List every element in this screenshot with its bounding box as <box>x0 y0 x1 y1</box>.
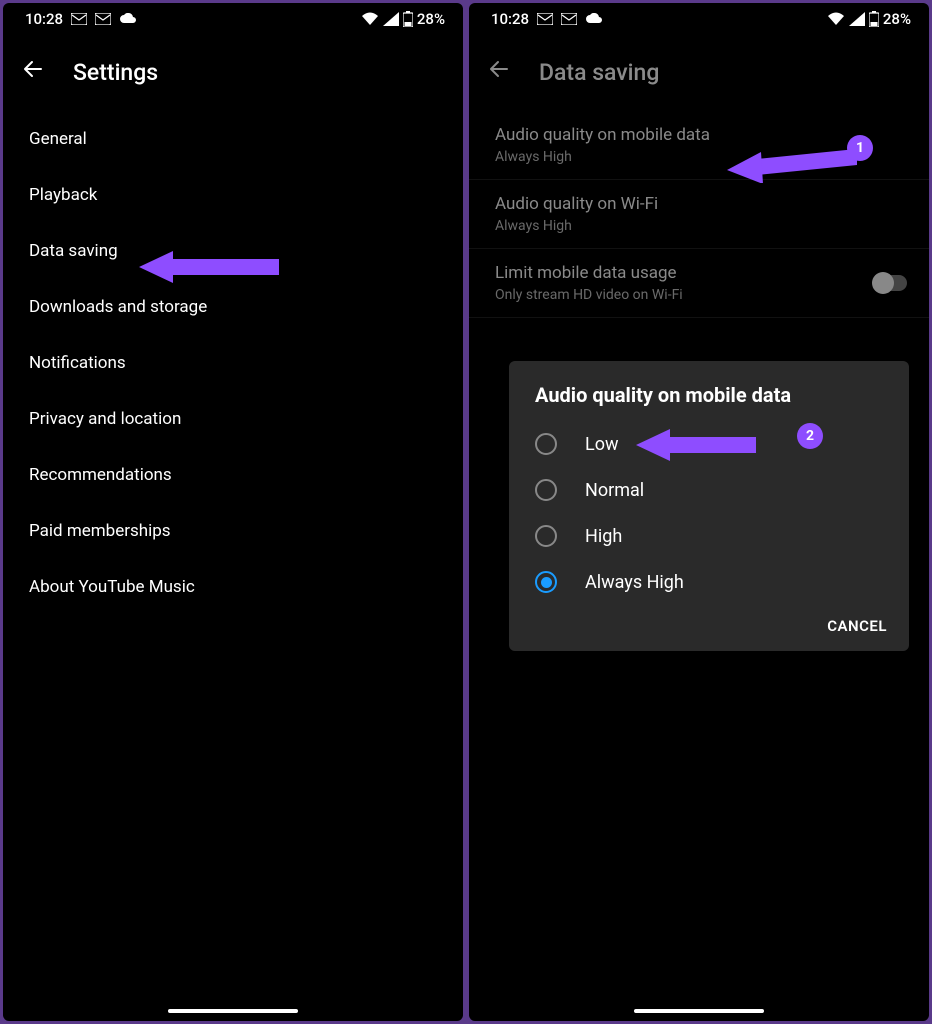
dialog-title: Audio quality on mobile data <box>509 383 909 421</box>
radio-label: High <box>585 526 622 547</box>
back-icon[interactable] <box>487 57 511 87</box>
ds-item-subtitle: Only stream HD video on Wi-Fi <box>495 287 903 303</box>
status-time: 10:28 <box>25 10 63 28</box>
radio-icon-selected <box>535 571 557 593</box>
page-title: Data saving <box>539 59 659 86</box>
data-saving-header: Data saving <box>469 35 929 111</box>
phone-left-settings: 10:28 28% Settings General Playback Data… <box>3 3 463 1021</box>
settings-item-about[interactable]: About YouTube Music <box>29 559 437 615</box>
status-bar: 10:28 28% <box>3 3 463 35</box>
ds-item-audio-mobile[interactable]: Audio quality on mobile data Always High <box>469 111 929 180</box>
back-icon[interactable] <box>21 57 45 87</box>
mail-icon-1 <box>71 13 87 25</box>
mail-icon-1 <box>537 13 553 25</box>
settings-list: General Playback Data saving Downloads a… <box>3 111 463 615</box>
settings-item-recommendations[interactable]: Recommendations <box>29 447 437 503</box>
settings-item-general[interactable]: General <box>29 111 437 167</box>
battery-percent: 28% <box>417 10 445 28</box>
radio-icon <box>535 433 557 455</box>
radio-icon <box>535 525 557 547</box>
settings-item-downloads[interactable]: Downloads and storage <box>29 279 437 335</box>
ds-item-audio-wifi[interactable]: Audio quality on Wi-Fi Always High <box>469 180 929 249</box>
nav-bar[interactable] <box>168 1009 298 1013</box>
cloud-icon <box>585 13 603 25</box>
page-title: Settings <box>73 59 158 86</box>
settings-item-notifications[interactable]: Notifications <box>29 335 437 391</box>
settings-item-data-saving[interactable]: Data saving <box>29 223 437 279</box>
ds-item-title: Audio quality on mobile data <box>495 125 903 145</box>
signal-icon <box>383 12 399 26</box>
radio-label: Normal <box>585 480 644 501</box>
ds-item-limit-data[interactable]: Limit mobile data usage Only stream HD v… <box>469 249 929 318</box>
mail-icon-2 <box>95 13 111 25</box>
battery-icon <box>869 11 879 27</box>
cancel-button[interactable]: CANCEL <box>827 617 887 635</box>
limit-data-toggle[interactable] <box>873 275 907 291</box>
settings-item-privacy[interactable]: Privacy and location <box>29 391 437 447</box>
radio-option-normal[interactable]: Normal <box>509 467 909 513</box>
mail-icon-2 <box>561 13 577 25</box>
battery-icon <box>403 11 413 27</box>
ds-item-subtitle: Always High <box>495 149 903 165</box>
settings-item-paid-memberships[interactable]: Paid memberships <box>29 503 437 559</box>
radio-option-low[interactable]: Low <box>509 421 909 467</box>
settings-header: Settings <box>3 35 463 111</box>
battery-percent: 28% <box>883 10 911 28</box>
ds-item-subtitle: Always High <box>495 218 903 234</box>
radio-label: Low <box>585 434 619 455</box>
signal-icon <box>849 12 865 26</box>
radio-option-high[interactable]: High <box>509 513 909 559</box>
status-time: 10:28 <box>491 10 529 28</box>
ds-item-title: Audio quality on Wi-Fi <box>495 194 903 214</box>
radio-label: Always High <box>585 572 684 593</box>
status-bar: 10:28 28% <box>469 3 929 35</box>
radio-option-always-high[interactable]: Always High <box>509 559 909 605</box>
cloud-icon <box>119 13 137 25</box>
ds-item-title: Limit mobile data usage <box>495 263 903 283</box>
settings-item-playback[interactable]: Playback <box>29 167 437 223</box>
radio-icon <box>535 479 557 501</box>
nav-bar[interactable] <box>634 1009 764 1013</box>
wifi-icon <box>827 12 845 26</box>
audio-quality-dialog: Audio quality on mobile data Low Normal … <box>509 361 909 651</box>
data-saving-list: Audio quality on mobile data Always High… <box>469 111 929 318</box>
wifi-icon <box>361 12 379 26</box>
phone-right-data-saving: 10:28 28% Data saving Audio quality on m… <box>469 3 929 1021</box>
